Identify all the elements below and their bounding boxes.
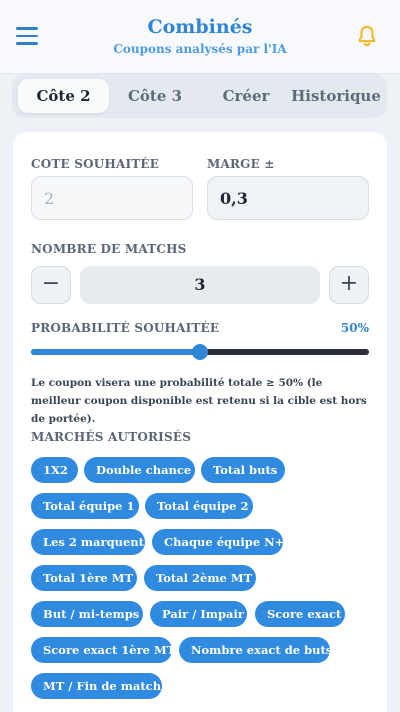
matches-label: NOMBRE DE MATCHS	[31, 242, 187, 256]
market-chip[interactable]: 1X2	[31, 457, 78, 483]
bell-icon[interactable]	[356, 24, 378, 48]
market-chip[interactable]: Total buts	[201, 457, 285, 483]
markets-label: MARCHÉS AUTORISÉS	[31, 430, 192, 444]
market-chip[interactable]: Score exact 1ère MT	[31, 637, 175, 663]
tab-historique[interactable]: Historique	[291, 79, 381, 113]
matches-value: 3	[80, 266, 320, 304]
tab-cote-2[interactable]: Côte 2	[18, 79, 109, 113]
probability-note: Le coupon visera une probabilité totale …	[31, 377, 367, 425]
market-chip[interactable]: Total 1ère MT	[31, 565, 137, 591]
market-chip[interactable]: MT / Fin de match	[31, 673, 162, 699]
marge-input[interactable]	[207, 176, 369, 220]
marge-label: MARGE ±	[207, 157, 275, 171]
probability-label: PROBABILITÉ SOUHAITÉE	[31, 321, 220, 335]
slider-fill	[31, 349, 200, 355]
cote-label: COTE SOUHAITÉE	[31, 157, 160, 171]
market-chip[interactable]: Total 2ème MT	[144, 565, 256, 591]
market-chip[interactable]: But / mi-temps	[31, 601, 143, 627]
page-title: Combinés	[147, 16, 253, 38]
market-chip[interactable]: Double chance	[84, 457, 195, 483]
increment-button[interactable]: +	[329, 266, 369, 304]
page-subtitle: Coupons analysés par l'IA	[113, 42, 287, 56]
market-chip[interactable]: Pair / Impair	[150, 601, 247, 627]
probability-value: 50%	[340, 321, 369, 335]
market-chip[interactable]: Nombre exact de buts	[179, 637, 332, 663]
tab-bar: Côte 2 Côte 3 Créer Historique	[12, 74, 387, 118]
market-chip[interactable]: Score exact	[255, 601, 345, 627]
market-chip[interactable]: Total équipe 2	[145, 493, 253, 519]
probability-slider[interactable]	[31, 342, 369, 362]
tab-cote-3[interactable]: Côte 3	[109, 79, 201, 113]
cote-input[interactable]	[31, 176, 193, 220]
market-chip[interactable]: Chaque équipe N+	[152, 529, 284, 555]
market-chip[interactable]: Les 2 marquent	[31, 529, 145, 555]
market-chip[interactable]: Total équipe 1	[31, 493, 139, 519]
app-header: Combinés Coupons analysés par l'IA	[0, 0, 400, 74]
tab-creer[interactable]: Créer	[201, 79, 291, 113]
slider-thumb[interactable]	[192, 344, 208, 360]
decrement-button[interactable]: −	[31, 266, 71, 304]
